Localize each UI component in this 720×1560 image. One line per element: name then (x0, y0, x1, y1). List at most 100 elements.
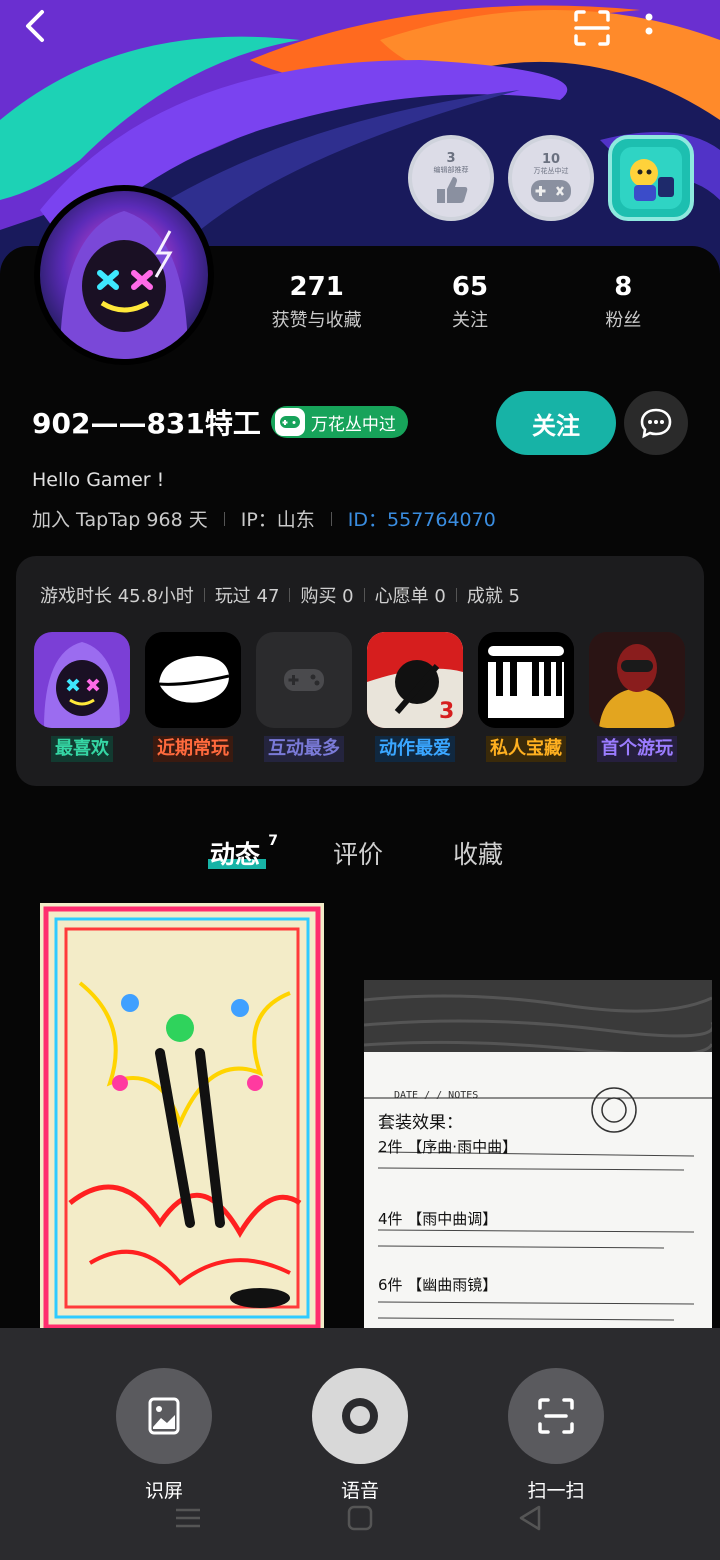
stat-following[interactable]: 65 关注 (393, 270, 546, 332)
user-id[interactable]: ID：557764070 (348, 505, 496, 532)
notes-line: 2件 【序曲·雨中曲】 (378, 1138, 518, 1156)
stat-value: 8 (614, 272, 633, 302)
notes-line: 套装效果： (378, 1113, 463, 1133)
tab-collections[interactable]: 收藏 (453, 835, 503, 871)
system-nav-bar (0, 1498, 720, 1538)
voice-button[interactable]: 语音 (312, 1368, 408, 1503)
nav-home-button[interactable] (340, 1498, 380, 1538)
game-stats-row: 游戏时长 45.8小时 玩过 47 购买 0 心愿单 0 成就 5 (40, 582, 520, 608)
badge-sub: 编辑部推荐 (433, 165, 469, 174)
stat-label: 获赞与收藏 (271, 310, 362, 331)
notes-line: 6件 【幽曲雨镜】 (378, 1276, 498, 1294)
artwork-image (40, 903, 324, 1333)
game-interactive[interactable]: 互动最多 (256, 632, 352, 762)
tab-count: 7 (268, 833, 279, 849)
joined-days: 加入 TapTap 968 天 (32, 509, 208, 531)
divider (203, 588, 205, 602)
tab-label: 评价 (333, 840, 384, 869)
divider (223, 511, 225, 526)
stat-label: 粉丝 (605, 310, 642, 331)
divider (289, 588, 291, 602)
feed-post-notes[interactable]: DATE / / NOTES 套装效果： 2件 【序曲·雨中曲】 4件 【雨中曲… (364, 980, 712, 1340)
menu-icon (176, 1508, 200, 1528)
game-label: 最喜欢 (51, 736, 113, 762)
nav-menu-button[interactable] (168, 1498, 208, 1538)
scan-action-button[interactable]: 扫一扫 (508, 1368, 604, 1503)
user-meta: 加入 TapTap 968 天 IP：山东 ID：557764070 (32, 505, 496, 532)
game-label: 动作最爱 (375, 736, 455, 762)
more-button[interactable] (644, 8, 700, 56)
scan-button[interactable] (572, 8, 628, 56)
played-count[interactable]: 玩过 47 (215, 582, 280, 608)
stat-likes[interactable]: 271 获赞与收藏 (240, 270, 393, 332)
game-stats-card[interactable]: 游戏时长 45.8小时 玩过 47 购买 0 心愿单 0 成就 5 最喜欢 近期… (16, 556, 704, 786)
divider (363, 588, 365, 602)
stat-value: 271 (289, 272, 344, 302)
back-button[interactable] (20, 8, 76, 56)
screen-recognize-button[interactable]: 识屏 (116, 1368, 212, 1503)
game-first[interactable]: 首个游玩 (589, 632, 685, 762)
stat-followers[interactable]: 8 粉丝 (547, 270, 700, 332)
game-icon (34, 632, 130, 728)
badge-recommend[interactable]: 3 编辑部推荐 (408, 135, 494, 221)
divider (330, 511, 332, 526)
user-bio: Hello Gamer ! (32, 469, 165, 491)
wishlist-count[interactable]: 心愿单 0 (375, 582, 446, 608)
divider (455, 588, 457, 602)
svg-text:3: 3 (439, 699, 454, 724)
character-badge-icon (620, 147, 682, 209)
tab-posts[interactable]: 动态 7 (208, 833, 278, 871)
notes-line: 4件 【雨中曲调】 (378, 1210, 498, 1228)
game-icon (145, 632, 241, 728)
game-highlight-list: 最喜欢 近期常玩 互动最多 3 动作最爱 私人宝藏 首个游玩 (34, 632, 685, 762)
image-icon (116, 1368, 212, 1464)
stat-value: 65 (451, 272, 489, 302)
play-time[interactable]: 游戏时长 45.8小时 (40, 582, 194, 608)
tab-label: 动态 (210, 840, 261, 869)
game-label: 首个游玩 (597, 736, 677, 762)
name-row: 902——831特工 万花丛中过 (32, 402, 408, 442)
more-vertical-icon (645, 13, 653, 35)
nav-back-button[interactable] (510, 1498, 550, 1538)
game-icon: 3 (367, 632, 463, 728)
tab-reviews[interactable]: 评价 (333, 835, 383, 871)
stat-label: 关注 (451, 310, 488, 331)
game-icon (256, 632, 352, 728)
back-triangle-icon (519, 1505, 541, 1531)
gamepad-icon (274, 408, 305, 436)
assistant-sheet: 识屏 语音 扫一扫 (0, 1328, 720, 1560)
avatar[interactable] (34, 185, 214, 365)
gamepad-icon (531, 179, 571, 202)
content-tabs: 动态 7 评价 收藏 (0, 833, 720, 885)
game-favorite[interactable]: 最喜欢 (34, 632, 130, 762)
user-name: 902——831特工 (32, 407, 261, 440)
ip-location: IP：山东 (240, 509, 315, 531)
game-icon (478, 632, 574, 728)
badge-character[interactable] (608, 135, 694, 221)
user-title-tag[interactable]: 万花丛中过 (270, 406, 408, 438)
badge-gamer[interactable]: 10 万花丛中过 (508, 135, 594, 221)
purchased-count[interactable]: 购买 0 (300, 582, 353, 608)
game-treasure[interactable]: 私人宝藏 (478, 632, 574, 762)
home-square-icon (347, 1505, 373, 1531)
game-recent[interactable]: 近期常玩 (145, 632, 241, 762)
follow-button[interactable]: 关注 (496, 391, 616, 455)
game-action[interactable]: 3 动作最爱 (367, 632, 463, 762)
scan-icon (508, 1368, 604, 1464)
badge-num: 10 (541, 151, 561, 167)
game-label: 私人宝藏 (486, 736, 566, 762)
game-label: 互动最多 (264, 736, 344, 762)
game-label: 近期常玩 (153, 736, 233, 762)
achievement-count[interactable]: 成就 5 (467, 582, 520, 608)
avatar-image (40, 191, 208, 359)
feed-post-image[interactable] (40, 903, 324, 1333)
record-icon (312, 1368, 408, 1464)
tab-label: 收藏 (453, 840, 504, 869)
game-icon (589, 632, 685, 728)
badge-sub: 万花丛中过 (533, 166, 569, 175)
badge-num: 3 (446, 150, 456, 166)
user-title-text: 万花丛中过 (310, 414, 396, 435)
message-button[interactable] (624, 391, 688, 455)
profile-stats: 271 获赞与收藏 65 关注 8 粉丝 (240, 270, 700, 332)
chat-bubble-icon (640, 408, 672, 439)
